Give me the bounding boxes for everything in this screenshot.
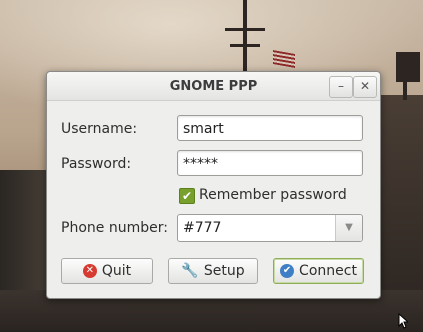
quit-icon: ✕ <box>82 264 97 278</box>
connect-button[interactable]: ✔ Connect <box>273 258 364 284</box>
setup-button[interactable]: 🔧 Setup <box>168 258 258 284</box>
connect-check-icon: ✔ <box>280 264 295 278</box>
phone-number-value[interactable]: #777 <box>183 215 221 241</box>
phone-number-label: Phone number: <box>61 220 168 236</box>
username-label: Username: <box>61 121 138 137</box>
setup-button-label: Setup <box>203 263 245 279</box>
username-field[interactable]: smart <box>177 115 363 141</box>
titlebar: GNOME PPP – ✕ <box>47 72 380 101</box>
quit-button-label: Quit <box>101 263 132 279</box>
minimize-button[interactable]: – <box>329 76 353 98</box>
connect-button-label: Connect <box>299 263 357 279</box>
dropdown-arrow-icon[interactable]: ▼ <box>335 215 362 241</box>
password-field[interactable]: ***** <box>177 150 363 176</box>
close-button[interactable]: ✕ <box>353 76 377 98</box>
password-label: Password: <box>61 156 132 172</box>
minimize-icon: – <box>338 79 344 93</box>
gnome-ppp-dialog: GNOME PPP – ✕ Username: smart Password: … <box>46 71 381 299</box>
remember-password-label: Remember password <box>199 187 347 203</box>
close-icon: ✕ <box>359 79 371 93</box>
wrench-icon: 🔧 <box>181 263 199 279</box>
phone-number-combo[interactable]: #777 ▼ <box>177 214 363 242</box>
quit-button[interactable]: ✕ Quit <box>61 258 153 284</box>
checkmark-icon[interactable]: ✔ <box>179 188 195 204</box>
mouse-pointer-icon <box>398 313 408 329</box>
